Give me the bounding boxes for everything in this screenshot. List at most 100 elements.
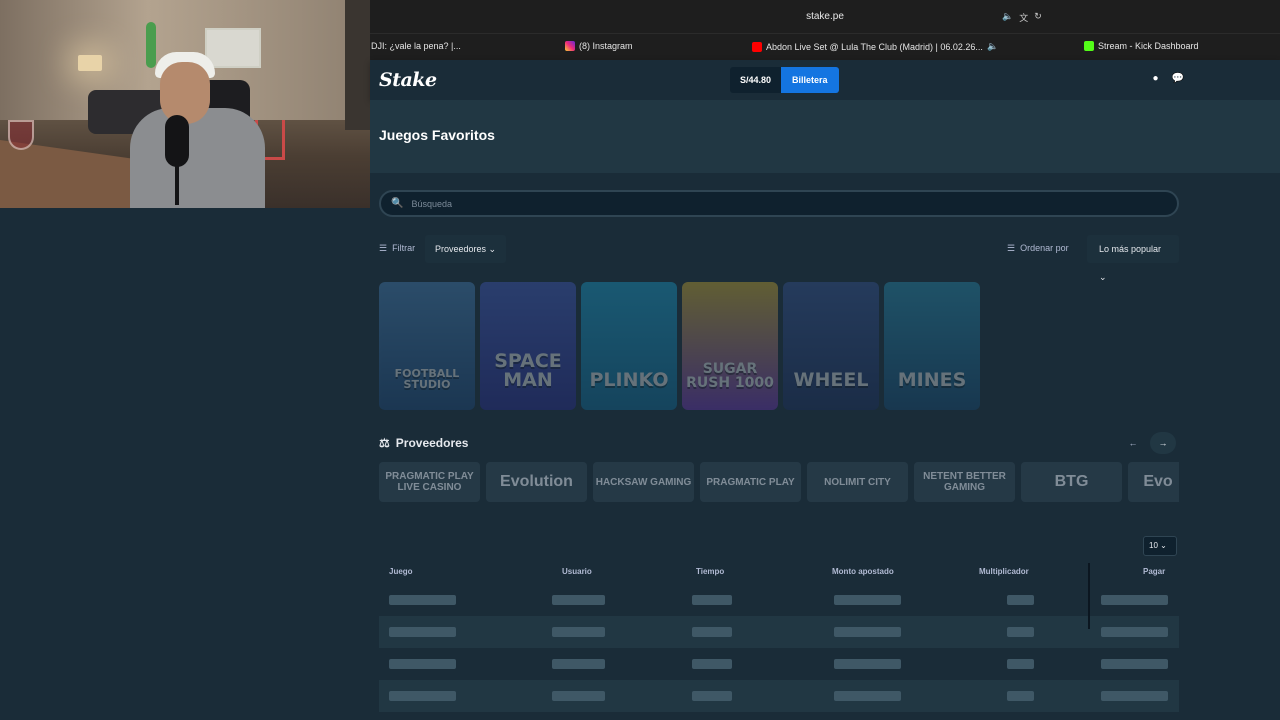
skeleton-cell — [834, 691, 901, 701]
provider-card[interactable]: PRAGMATIC PLAY LIVE CASINO — [379, 462, 480, 502]
tab-strip: DJI: ¿vale la pena? |... (8) Instagram A… — [370, 34, 1280, 60]
skeleton-cell — [834, 627, 901, 637]
column-header: Multiplicador — [979, 567, 1029, 576]
balance-widget: S/44.80 Billetera — [730, 67, 839, 93]
skeleton-cell — [692, 691, 732, 701]
column-divider — [1088, 563, 1090, 629]
provider-card[interactable]: Evolution — [486, 462, 587, 502]
favorite-games-grid: FOOTBALL STUDIO SPACE MAN PLINKO SUGAR R… — [379, 282, 980, 410]
skeleton-cell — [389, 595, 456, 605]
filter-icon: ☰ — [379, 243, 388, 253]
skeleton-cell — [1007, 627, 1034, 637]
providers-carousel: PRAGMATIC PLAY LIVE CASINO Evolution HAC… — [379, 462, 1179, 502]
provider-card[interactable]: NOLIMIT CITY — [807, 462, 908, 502]
stake-logo[interactable]: Stake — [379, 69, 437, 91]
skeleton-cell — [1101, 627, 1168, 637]
table-row-loading — [379, 584, 1179, 616]
tab-kick[interactable]: Stream - Kick Dashboard — [1084, 41, 1199, 51]
game-card[interactable]: SPACE MAN — [480, 282, 576, 410]
arrow-right-icon[interactable]: → — [1150, 432, 1176, 454]
game-card[interactable]: SUGAR RUSH 1000 — [682, 282, 778, 410]
screen: stake.pe 🔈 文 ↻ DJI: ¿vale la pena? |... … — [0, 0, 1280, 720]
filter-label: Filtrar — [392, 243, 416, 253]
column-header: Pagar — [1143, 567, 1166, 576]
skeleton-cell — [692, 595, 732, 605]
arrow-left-icon[interactable]: ← — [1120, 432, 1146, 454]
game-title: PLINKO — [589, 369, 669, 391]
instagram-icon — [565, 41, 575, 51]
game-card[interactable]: WHEEL — [783, 282, 879, 410]
skeleton-cell — [552, 595, 605, 605]
game-title: SUGAR RUSH 1000 — [686, 361, 774, 391]
table-row-loading — [379, 648, 1179, 680]
page-size-select[interactable]: 10 ⌄ — [1143, 536, 1177, 556]
chat-icon[interactable]: 💬 — [1172, 73, 1184, 84]
page-banner: Juegos Favoritos — [370, 100, 1280, 173]
kick-icon — [1084, 41, 1094, 51]
page-title: Juegos Favoritos — [379, 127, 495, 143]
table-row-loading — [379, 616, 1179, 648]
skeleton-cell — [1007, 595, 1034, 605]
wallet-button[interactable]: Billetera — [781, 67, 839, 93]
column-header: Tiempo — [696, 567, 725, 576]
game-card[interactable]: FOOTBALL STUDIO — [379, 282, 475, 410]
search-input[interactable] — [411, 198, 1112, 209]
provider-card[interactable]: HACKSAW GAMING — [593, 462, 694, 502]
game-card[interactable]: MINES — [884, 282, 980, 410]
skeleton-cell — [552, 627, 605, 637]
tab-label: Stream - Kick Dashboard — [1098, 41, 1199, 51]
address-bar[interactable]: stake.pe 🔈 文 ↻ — [370, 0, 1280, 34]
provider-card[interactable]: BTG — [1021, 462, 1122, 502]
skeleton-cell — [1101, 659, 1168, 669]
providers-heading: ⚖ Proveedores — [379, 436, 468, 450]
skeleton-cell — [1007, 691, 1034, 701]
providers-dropdown-label: Proveedores — [435, 244, 487, 254]
sort-value: Lo más popular — [1099, 244, 1162, 254]
mute-icon[interactable]: 🔈 — [1002, 11, 1013, 24]
translate-icon[interactable]: 文 — [1019, 11, 1028, 24]
game-title: SPACE MAN — [494, 350, 562, 391]
game-title: MINES — [897, 369, 967, 391]
tab-instagram[interactable]: (8) Instagram — [565, 41, 633, 51]
providers-icon: ⚖ — [379, 436, 390, 450]
tab-label: (8) Instagram — [579, 41, 633, 51]
skeleton-cell — [834, 595, 901, 605]
tab-dji[interactable]: DJI: ¿vale la pena? |... — [371, 41, 461, 51]
sort-label: ☰ Ordenar por — [1007, 243, 1069, 254]
skeleton-cell — [389, 691, 456, 701]
url-text: stake.pe — [806, 11, 844, 22]
user-icon[interactable]: ● — [1153, 73, 1159, 84]
provider-card[interactable]: PRAGMATIC PLAY — [700, 462, 801, 502]
filter-row: ☰ Filtrar Proveedores ⌄ ☰ Ordenar por Lo… — [379, 235, 1179, 282]
game-card[interactable]: PLINKO — [581, 282, 677, 410]
skeleton-cell — [389, 659, 456, 669]
search-bar[interactable]: 🔍 — [379, 190, 1179, 217]
chevron-down-icon: ⌄ — [1099, 272, 1107, 282]
filter-toggle[interactable]: ☰ Filtrar — [379, 243, 415, 254]
tab-label: Abdon Live Set @ Lula The Club (Madrid) … — [766, 41, 983, 52]
providers-title: Proveedores — [395, 436, 469, 450]
providers-dropdown[interactable]: Proveedores ⌄ — [425, 235, 507, 263]
providers-carousel-nav: ← → — [1120, 432, 1176, 454]
provider-card[interactable]: NETENT BETTER GAMING — [914, 462, 1015, 502]
youtube-icon — [752, 41, 762, 52]
balance-amount[interactable]: S/44.80 — [730, 67, 782, 93]
column-header: Monto apostado — [832, 567, 894, 576]
skeleton-cell — [552, 659, 605, 669]
bets-table: Juego Usuario Tiempo Monto apostado Mult… — [379, 560, 1179, 712]
skeleton-cell — [692, 627, 732, 637]
table-header: Juego Usuario Tiempo Monto apostado Mult… — [379, 560, 1179, 584]
reload-icon[interactable]: ↻ — [1034, 11, 1042, 24]
webcam-overlay — [0, 0, 370, 208]
provider-card[interactable]: Evo — [1128, 462, 1179, 502]
skeleton-cell — [1101, 595, 1168, 605]
table-row-loading — [379, 680, 1179, 712]
game-title: WHEEL — [793, 369, 869, 391]
column-header: Usuario — [562, 567, 592, 576]
tab-youtube[interactable]: Abdon Live Set @ Lula The Club (Madrid) … — [752, 41, 998, 52]
sort-dropdown[interactable]: Lo más popular ⌄ — [1087, 235, 1179, 282]
sort-label-text: Ordenar por — [1020, 243, 1069, 253]
site-header: Stake S/44.80 Billetera ● 💬 — [370, 60, 1280, 100]
page-size-value: 10 — [1149, 541, 1158, 550]
skeleton-cell — [389, 627, 456, 637]
